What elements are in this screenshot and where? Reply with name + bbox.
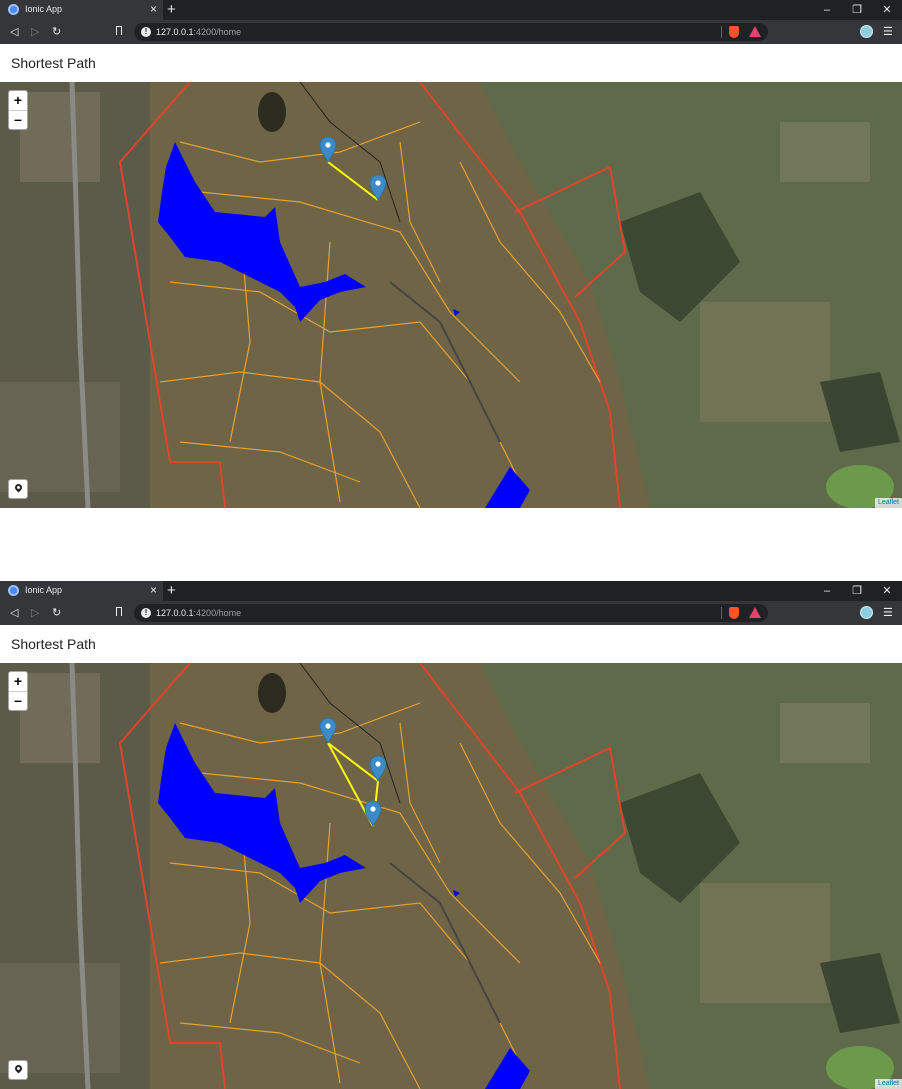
- tab-close-icon[interactable]: ×: [150, 2, 157, 16]
- map-pin-icon: [13, 482, 24, 493]
- tab-ionic-app[interactable]: Ionic App ×: [0, 581, 163, 601]
- zoom-in-button[interactable]: +: [9, 672, 27, 692]
- brave-shields-icon[interactable]: [729, 607, 739, 619]
- restore-button[interactable]: ❐: [842, 0, 872, 20]
- brave-rewards-icon[interactable]: [749, 26, 761, 37]
- address-bar[interactable]: ! 127.0.0.1:4200/home: [134, 604, 768, 622]
- add-marker-button[interactable]: [8, 1060, 28, 1080]
- marker-dot: [325, 723, 331, 729]
- brave-rewards-icon[interactable]: [749, 607, 761, 618]
- bookmark-icon[interactable]: [116, 607, 122, 616]
- tab-strip: Ionic App × + – ❐ ✕: [0, 0, 902, 20]
- reload-button[interactable]: ↻: [52, 605, 61, 621]
- bookmark-icon[interactable]: [116, 26, 122, 35]
- new-tab-button[interactable]: +: [167, 0, 176, 20]
- new-tab-button[interactable]: +: [167, 581, 176, 601]
- site-info-icon[interactable]: !: [141, 608, 151, 618]
- settlement-area: [20, 92, 100, 182]
- restore-button[interactable]: ❐: [842, 581, 872, 601]
- settlement-area: [0, 963, 120, 1073]
- zoom-control: + –: [8, 90, 28, 130]
- marker-dot: [375, 761, 381, 767]
- app-header: Shortest Path: [0, 625, 902, 664]
- browser-menu-icon[interactable]: ☰: [883, 605, 893, 621]
- omnibox-divider: [721, 26, 722, 38]
- zoom-in-button[interactable]: +: [9, 91, 27, 111]
- map-view[interactable]: + – Leaflet: [0, 82, 902, 508]
- browser-window-1: Ionic App × + – ❐ ✕ ◁ ▷ ↻ ! 127.0.0.1:42…: [0, 0, 902, 508]
- close-window-button[interactable]: ✕: [872, 581, 902, 601]
- forward-button[interactable]: ▷: [31, 605, 39, 621]
- settlement-area: [20, 673, 100, 763]
- chrome-favicon-icon: [8, 585, 19, 596]
- marker-dot: [325, 142, 331, 148]
- close-window-button[interactable]: ✕: [872, 0, 902, 20]
- dark-patch: [258, 92, 286, 132]
- back-button[interactable]: ◁: [10, 24, 18, 40]
- url-text[interactable]: 127.0.0.1:4200/home: [156, 27, 241, 37]
- page-title: Shortest Path: [11, 55, 96, 71]
- leaflet-attribution[interactable]: Leaflet: [874, 498, 902, 508]
- settlement-area: [0, 382, 120, 492]
- marker-dot: [375, 180, 381, 186]
- profile-avatar-icon[interactable]: [860, 606, 873, 619]
- map-view[interactable]: + – Leaflet: [0, 663, 902, 1089]
- minimize-button[interactable]: –: [812, 0, 842, 20]
- tab-strip: Ionic App × + – ❐ ✕: [0, 581, 902, 601]
- tab-title: Ionic App: [25, 585, 63, 595]
- app-header: Shortest Path: [0, 44, 902, 83]
- zoom-control: + –: [8, 671, 28, 711]
- profile-avatar-icon[interactable]: [860, 25, 873, 38]
- add-marker-button[interactable]: [8, 479, 28, 499]
- settlement-area: [780, 122, 870, 182]
- browser-menu-icon[interactable]: ☰: [883, 24, 893, 40]
- minimize-button[interactable]: –: [812, 581, 842, 601]
- settlement-area: [780, 703, 870, 763]
- tab-ionic-app[interactable]: Ionic App ×: [0, 0, 163, 20]
- back-button[interactable]: ◁: [10, 605, 18, 621]
- map-pin-icon: [13, 1063, 24, 1074]
- omnibox-divider: [721, 607, 722, 619]
- settlement-area: [700, 883, 830, 1003]
- forward-button[interactable]: ▷: [31, 24, 39, 40]
- url-path: :4200/home: [193, 27, 242, 37]
- chrome-favicon-icon: [8, 4, 19, 15]
- url-text[interactable]: 127.0.0.1:4200/home: [156, 608, 241, 618]
- tab-title: Ionic App: [25, 4, 63, 14]
- satellite-map: [0, 82, 902, 508]
- browser-window-2: Ionic App × + – ❐ ✕ ◁ ▷ ↻ ! 127.0.0.1:42…: [0, 581, 902, 1089]
- browser-toolbar: ◁ ▷ ↻ ! 127.0.0.1:4200/home ☰: [0, 20, 902, 44]
- zoom-out-button[interactable]: –: [9, 691, 27, 710]
- url-host: 127.0.0.1: [156, 608, 194, 618]
- settlement-area: [700, 302, 830, 422]
- brave-shields-icon[interactable]: [729, 26, 739, 38]
- address-bar[interactable]: ! 127.0.0.1:4200/home: [134, 23, 768, 41]
- page-title: Shortest Path: [11, 636, 96, 652]
- tab-close-icon[interactable]: ×: [150, 583, 157, 597]
- leaflet-attribution[interactable]: Leaflet: [874, 1079, 902, 1089]
- marker-dot: [370, 806, 376, 812]
- satellite-map: [0, 663, 902, 1089]
- dark-patch: [258, 673, 286, 713]
- reload-button[interactable]: ↻: [52, 24, 61, 40]
- url-path: :4200/home: [193, 608, 242, 618]
- browser-toolbar: ◁ ▷ ↻ ! 127.0.0.1:4200/home ☰: [0, 601, 902, 625]
- zoom-out-button[interactable]: –: [9, 110, 27, 129]
- url-host: 127.0.0.1: [156, 27, 194, 37]
- site-info-icon[interactable]: !: [141, 27, 151, 37]
